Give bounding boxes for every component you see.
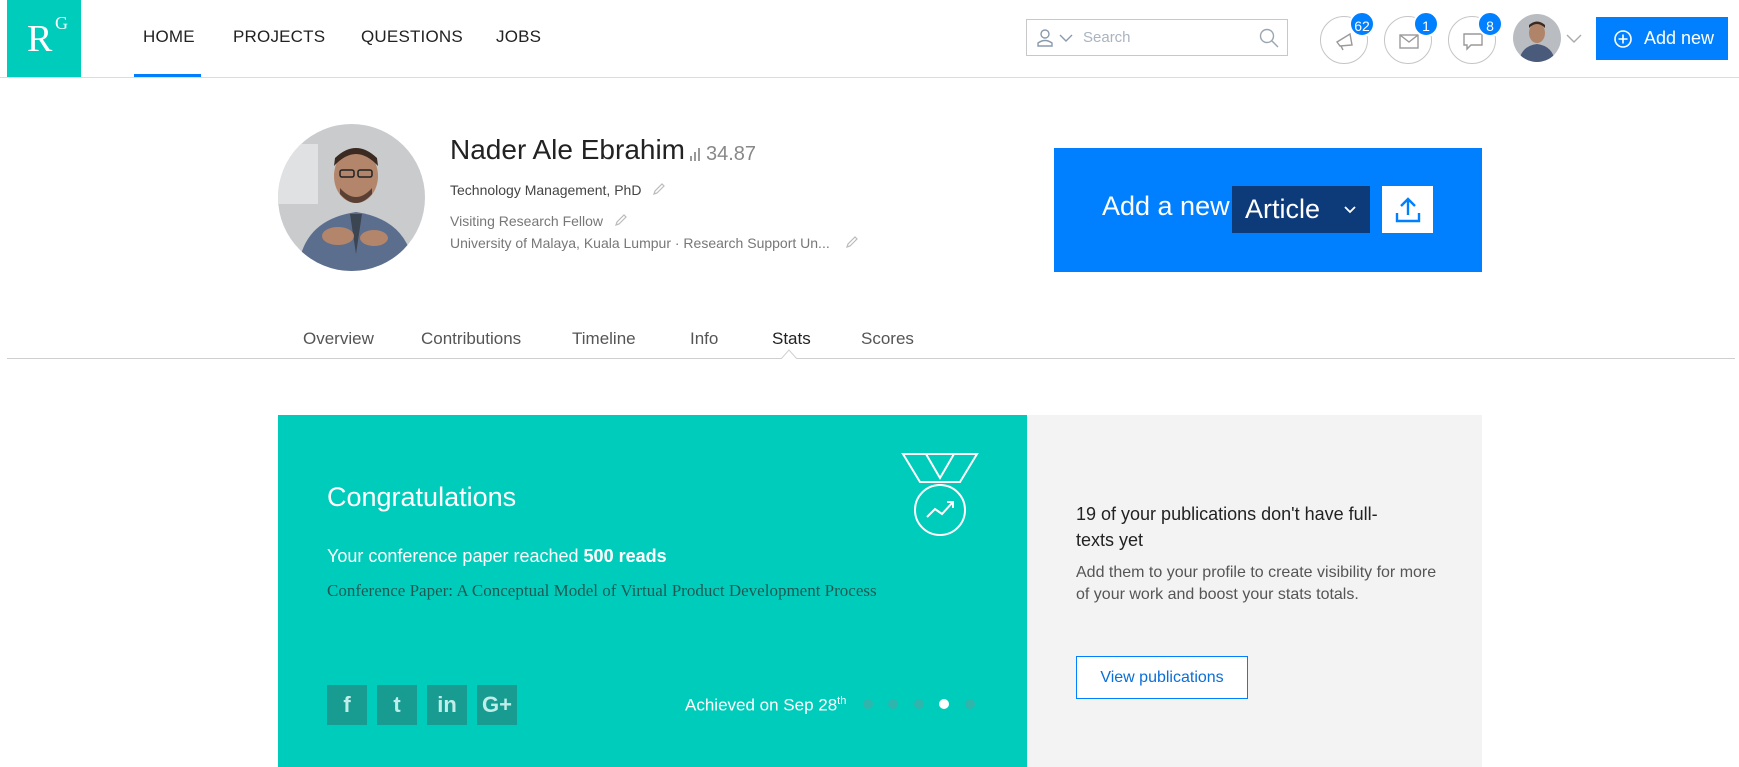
rg-score-value: 34.87 bbox=[706, 143, 757, 165]
profile-position: Visiting Research Fellow bbox=[450, 213, 627, 229]
profile-institution-text: University of Malaya, Kuala Lumpur · Res… bbox=[450, 235, 830, 251]
view-publications-button[interactable]: View publications bbox=[1076, 656, 1248, 699]
tab-scores[interactable]: Scores bbox=[861, 329, 914, 349]
paper-title-link[interactable]: Conference Paper: A Conceptual Model of … bbox=[327, 578, 887, 604]
search-icon[interactable] bbox=[1259, 28, 1279, 48]
messages-count-badge: 1 bbox=[1413, 11, 1439, 37]
tabs-divider bbox=[7, 358, 1735, 359]
tab-timeline[interactable]: Timeline bbox=[572, 329, 636, 349]
notifications-button[interactable]: 62 bbox=[1320, 11, 1375, 64]
add-new-button[interactable]: Add new bbox=[1596, 17, 1728, 60]
bar-chart-icon bbox=[690, 148, 700, 161]
achievement-message-value: 500 reads bbox=[583, 546, 667, 566]
add-article-panel: Add a new Article bbox=[1054, 148, 1482, 272]
logo-letter: R bbox=[27, 18, 53, 60]
carousel-dot-4[interactable] bbox=[939, 699, 949, 709]
achievement-message: Your conference paper reached 500 reads bbox=[327, 546, 667, 567]
top-navigation: R G HOME PROJECTS QUESTIONS JOBS 62 1 bbox=[0, 0, 1739, 78]
nav-jobs[interactable]: JOBS bbox=[496, 27, 541, 47]
logo-superscript: G bbox=[55, 13, 68, 33]
profile-position-text: Visiting Research Fellow bbox=[450, 213, 604, 229]
article-type-value: Article bbox=[1245, 194, 1321, 224]
medal-icon bbox=[901, 453, 979, 536]
linkedin-share-button[interactable]: in bbox=[427, 685, 467, 725]
profile-degree-text: Technology Management, PhD bbox=[450, 182, 642, 198]
nav-home[interactable]: HOME bbox=[143, 27, 195, 47]
nav-questions[interactable]: QUESTIONS bbox=[361, 27, 463, 47]
achieved-date-suffix: th bbox=[837, 695, 847, 707]
achieved-date: Achieved on Sep 28th bbox=[685, 695, 846, 716]
google-plus-share-button[interactable]: G+ bbox=[477, 685, 517, 725]
achievement-title: Congratulations bbox=[327, 482, 517, 512]
search-box[interactable] bbox=[1026, 19, 1288, 56]
messages-button[interactable]: 1 bbox=[1384, 11, 1439, 64]
achievement-message-prefix: Your conference paper reached bbox=[327, 546, 579, 566]
questions-button[interactable]: 8 bbox=[1448, 11, 1503, 64]
fulltext-prompt-body: Add them to your profile to create visib… bbox=[1076, 564, 1437, 603]
notifications-count-badge: 62 bbox=[1349, 11, 1375, 37]
chevron-down-icon[interactable] bbox=[1566, 34, 1582, 43]
profile-institution: University of Malaya, Kuala Lumpur · Res… bbox=[450, 235, 858, 251]
profile-photo-image bbox=[278, 124, 425, 271]
add-new-label: Add new bbox=[1644, 28, 1715, 48]
pencil-icon[interactable] bbox=[845, 236, 858, 248]
user-avatar[interactable] bbox=[1513, 14, 1561, 62]
fulltext-prompt-card: 19 of your publications don't have full-… bbox=[1027, 415, 1482, 767]
search-input[interactable] bbox=[1081, 28, 1255, 47]
nav-active-indicator bbox=[134, 74, 201, 77]
nav-projects[interactable]: PROJECTS bbox=[233, 27, 325, 47]
upload-button[interactable] bbox=[1382, 186, 1433, 233]
carousel-dot-3[interactable] bbox=[914, 699, 924, 709]
researchgate-logo[interactable]: R G bbox=[7, 0, 81, 77]
person-icon[interactable] bbox=[1037, 29, 1053, 47]
achieved-date-text: Achieved on Sep 28 bbox=[685, 695, 838, 715]
carousel-dot-5[interactable] bbox=[965, 699, 975, 709]
facebook-share-button[interactable]: f bbox=[327, 685, 367, 725]
profile-photo[interactable] bbox=[278, 124, 425, 271]
upload-icon bbox=[1395, 197, 1421, 223]
tab-contributions[interactable]: Contributions bbox=[421, 329, 521, 349]
active-tab-caret bbox=[781, 349, 797, 359]
chevron-down-icon bbox=[1344, 206, 1356, 214]
article-type-dropdown[interactable]: Article bbox=[1232, 186, 1370, 233]
fulltext-prompt-title: 19 of your publications don't have full-… bbox=[1076, 504, 1378, 550]
carousel-dot-1[interactable] bbox=[863, 699, 873, 709]
questions-count-badge: 8 bbox=[1477, 11, 1503, 37]
add-article-label: Add a new bbox=[1102, 191, 1230, 221]
profile-name[interactable]: Nader Ale Ebrahim bbox=[450, 134, 685, 166]
tab-overview[interactable]: Overview bbox=[303, 329, 374, 349]
carousel-dot-2[interactable] bbox=[888, 699, 898, 709]
pencil-icon[interactable] bbox=[653, 183, 666, 195]
achievement-card: Congratulations Your conference paper re… bbox=[278, 415, 1027, 767]
chevron-down-icon[interactable] bbox=[1059, 34, 1073, 42]
tab-stats[interactable]: Stats bbox=[772, 329, 811, 349]
avatar-image bbox=[1513, 14, 1561, 62]
tab-info[interactable]: Info bbox=[690, 329, 718, 349]
twitter-share-button[interactable]: t bbox=[377, 685, 417, 725]
plus-circle-icon bbox=[1614, 30, 1632, 48]
pencil-icon[interactable] bbox=[614, 214, 627, 226]
rg-score[interactable]: 34.87 bbox=[690, 143, 756, 166]
profile-degree: Technology Management, PhD bbox=[450, 182, 666, 198]
